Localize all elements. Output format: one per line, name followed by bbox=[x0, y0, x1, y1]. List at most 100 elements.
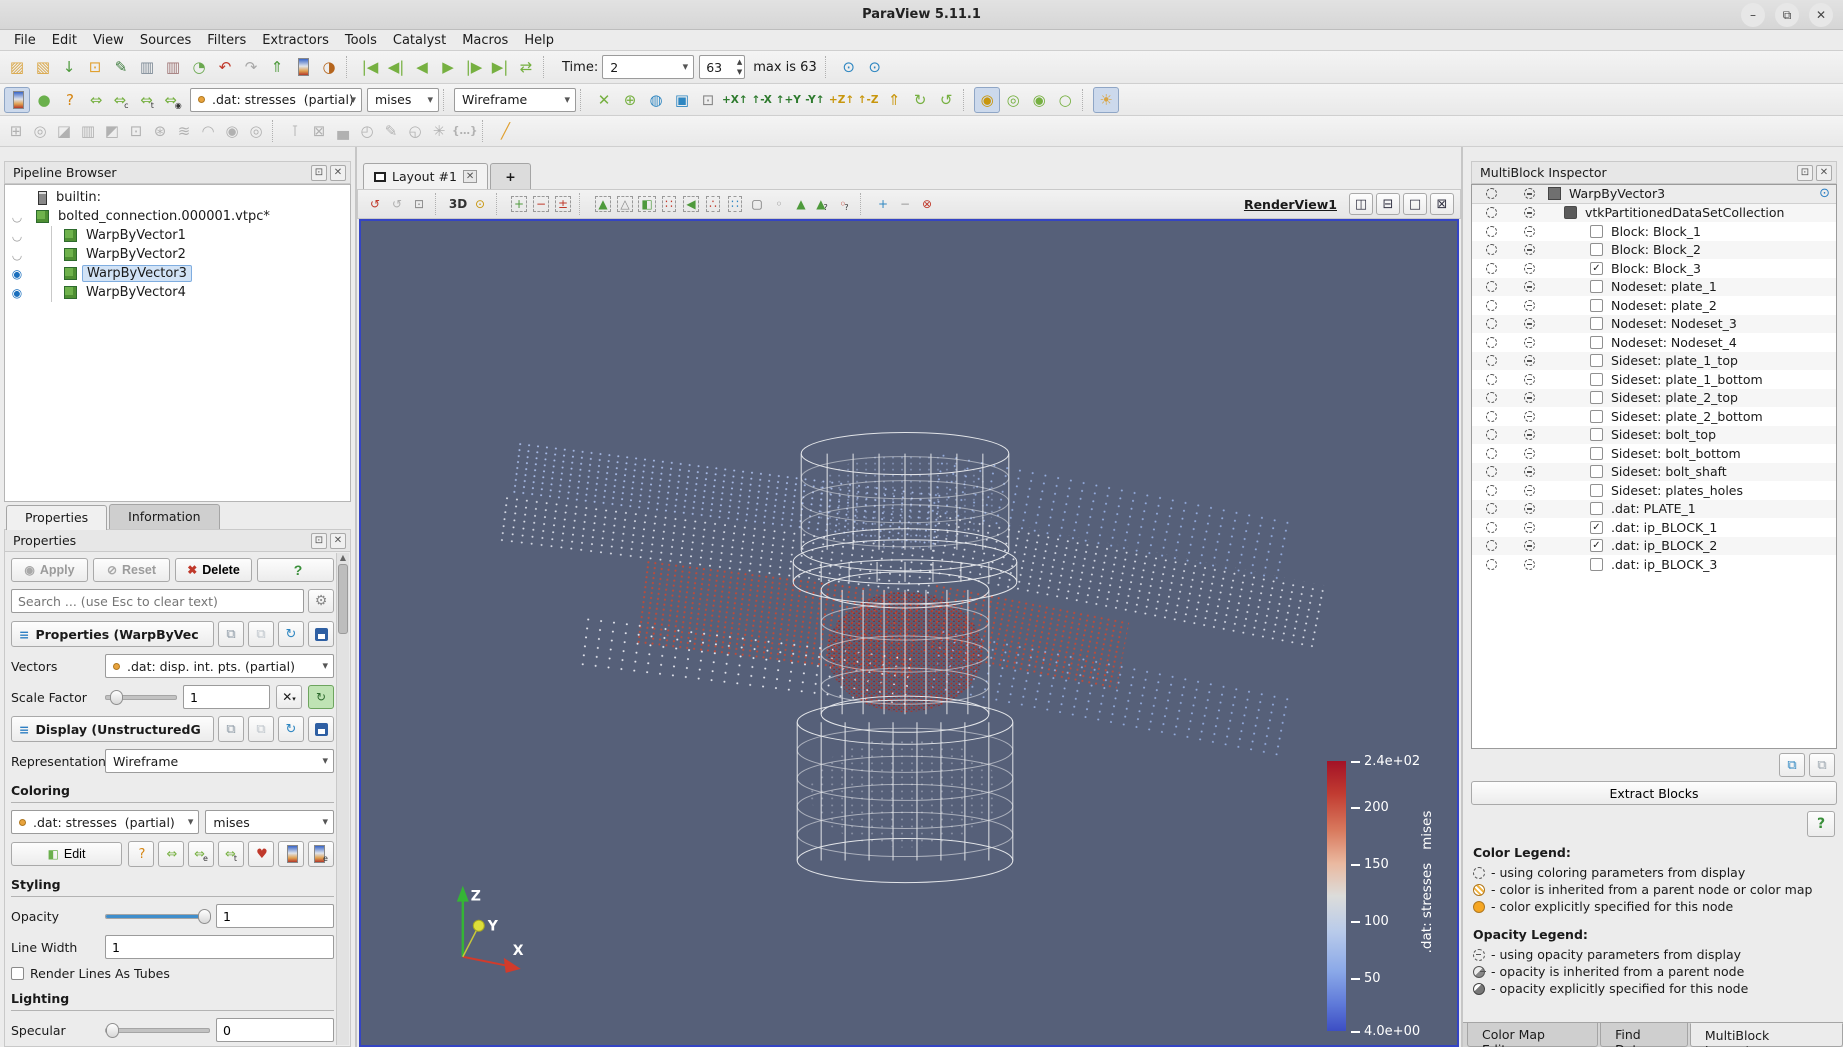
pipeline-item-label[interactable]: bolted_connection.000001.vtpc* bbox=[54, 209, 274, 224]
pipeline-item-label[interactable]: WarpByVector1 bbox=[82, 228, 190, 243]
block-label[interactable]: Nodeset: plate_1 bbox=[1611, 279, 1717, 294]
probe-location-icon[interactable]: ⊺ bbox=[283, 119, 307, 143]
previous-frame-icon[interactable]: ◀| bbox=[383, 54, 409, 80]
block-label[interactable]: .dat: ip_BLOCK_3 bbox=[1611, 557, 1717, 572]
visibility-toggle-icon[interactable] bbox=[8, 248, 26, 262]
save-settings-icon[interactable] bbox=[308, 621, 334, 647]
pipeline-item-label[interactable]: WarpByVector4 bbox=[82, 285, 190, 300]
connect-icon[interactable]: ▥ bbox=[134, 54, 160, 80]
select-points-through-icon[interactable]: ∷ bbox=[657, 193, 679, 215]
light-kit-toggle-icon[interactable]: ☀ bbox=[1093, 87, 1119, 113]
toggle-selection-icon[interactable]: ± bbox=[552, 193, 574, 215]
loop-icon[interactable]: ⇄ bbox=[513, 54, 539, 80]
opacity-inherit-icon[interactable] bbox=[1524, 207, 1535, 218]
point-tooltip-icon[interactable]: ◦? bbox=[833, 193, 855, 215]
color-inherit-icon[interactable] bbox=[1486, 429, 1497, 440]
tab-information[interactable]: Information bbox=[109, 504, 219, 529]
grow-selection-icon[interactable]: + bbox=[872, 193, 894, 215]
split-horizontal-button[interactable]: ◫ bbox=[1349, 193, 1373, 215]
hover-points-icon[interactable]: ◦ bbox=[767, 193, 789, 215]
reload-settings-icon[interactable]: ↻ bbox=[278, 621, 304, 647]
block-label[interactable]: .dat: PLATE_1 bbox=[1611, 501, 1696, 516]
pipeline-item[interactable]: WarpByVector1 bbox=[5, 226, 350, 245]
block-checkbox[interactable] bbox=[1590, 484, 1603, 497]
pipeline-item[interactable]: WarpByVector3 bbox=[5, 264, 350, 283]
block-row[interactable]: vtkPartitionedDataSetCollection bbox=[1472, 204, 1836, 223]
opacity-inherit-icon[interactable] bbox=[1524, 226, 1535, 237]
disconnect-icon[interactable]: ▥ bbox=[160, 54, 186, 80]
glyph-icon[interactable]: ⊛ bbox=[148, 119, 172, 143]
capture-screenshot-icon[interactable]: ⊡ bbox=[408, 193, 430, 215]
coloring-array-combo[interactable]: .dat: stresses (partial) bbox=[11, 810, 199, 834]
rescale-visible-icon[interactable]: ⇔◉ bbox=[160, 87, 186, 113]
auto-apply-icon[interactable]: ◔ bbox=[186, 54, 212, 80]
opacity-inherit-icon[interactable] bbox=[1524, 392, 1535, 403]
opacity-inherit-icon[interactable] bbox=[1524, 318, 1535, 329]
properties-search-input[interactable] bbox=[11, 589, 304, 613]
block-label[interactable]: Sideset: plate_2_bottom bbox=[1611, 409, 1763, 424]
reset-display-icon[interactable]: ↺ bbox=[386, 193, 408, 215]
clip-icon[interactable]: ◪ bbox=[52, 119, 76, 143]
python-calculator-icon[interactable]: {…} bbox=[451, 119, 478, 143]
color-inherit-icon[interactable] bbox=[1486, 318, 1497, 329]
block-label[interactable]: Sideset: bolt_shaft bbox=[1611, 464, 1727, 479]
zoom-to-data-icon[interactable]: ⊕ bbox=[617, 87, 643, 113]
close-panel-button[interactable]: ✕ bbox=[330, 165, 346, 181]
menu-item[interactable]: View bbox=[85, 31, 132, 50]
block-label[interactable]: Nodeset: Nodeset_3 bbox=[1611, 316, 1737, 331]
block-checkbox[interactable] bbox=[1590, 447, 1603, 460]
reload-settings-icon[interactable]: ↻ bbox=[278, 716, 304, 742]
float-panel-button[interactable]: ⊡ bbox=[1797, 165, 1813, 181]
block-checkbox[interactable] bbox=[1590, 262, 1603, 275]
opacity-inherit-icon[interactable] bbox=[1524, 448, 1535, 459]
edit-scalar-bar-icon[interactable]: e bbox=[308, 841, 334, 867]
reset-session-icon[interactable]: ↺ bbox=[364, 193, 386, 215]
specular-input[interactable] bbox=[216, 1018, 334, 1042]
first-frame-icon[interactable]: |◀ bbox=[357, 54, 383, 80]
render-lines-as-tubes-checkbox[interactable] bbox=[11, 967, 24, 980]
contour-icon[interactable]: ◎ bbox=[28, 119, 52, 143]
delete-button[interactable]: ✖Delete bbox=[175, 558, 252, 582]
block-checkbox[interactable] bbox=[1590, 410, 1603, 423]
tab-multiblock-inspector[interactable]: MultiBlock Inspector bbox=[1690, 1023, 1843, 1047]
tab-find-data[interactable]: Find Data bbox=[1600, 1023, 1688, 1047]
play-icon[interactable]: ▶ bbox=[435, 54, 461, 80]
scale-factor-slider[interactable] bbox=[105, 695, 177, 700]
block-row[interactable]: Sideset: plate_2_bottom bbox=[1472, 407, 1836, 426]
block-label[interactable]: Sideset: bolt_top bbox=[1611, 427, 1716, 442]
color-inherit-icon[interactable] bbox=[1486, 448, 1497, 459]
adjust-camera-icon[interactable]: ⊙ bbox=[469, 193, 491, 215]
extract-subset-icon[interactable]: ⊡ bbox=[124, 119, 148, 143]
select-cells-on-icon[interactable]: ▲ bbox=[591, 193, 613, 215]
block-label[interactable]: Block: Block_3 bbox=[1611, 261, 1701, 276]
color-inherit-icon[interactable] bbox=[1486, 374, 1497, 385]
block-row[interactable]: .dat: ip_BLOCK_3 bbox=[1472, 555, 1836, 574]
visibility-toggle-icon[interactable] bbox=[8, 286, 26, 300]
line-width-input[interactable] bbox=[105, 935, 334, 959]
color-inherit-icon[interactable] bbox=[1486, 300, 1497, 311]
color-inherit-icon[interactable] bbox=[1486, 466, 1497, 477]
set-view-plus-x-icon[interactable]: +X↑ bbox=[721, 87, 749, 113]
pipeline-item[interactable]: builtin: bbox=[5, 188, 350, 207]
set-view-plus-y-icon[interactable]: ↑+Y bbox=[775, 87, 802, 113]
representation-combo[interactable]: Wireframe bbox=[454, 88, 576, 112]
palette-icon[interactable]: ◑ bbox=[316, 54, 342, 80]
help-button[interactable]: ? bbox=[1807, 811, 1835, 837]
interactive-select-points-icon[interactable]: ∷ bbox=[723, 193, 745, 215]
cell-tooltip-icon[interactable]: ▲? bbox=[811, 193, 833, 215]
opacity-inherit-icon[interactable] bbox=[1524, 355, 1535, 366]
save-data-icon[interactable]: ↓ bbox=[56, 54, 82, 80]
threshold-icon[interactable]: ◩ bbox=[100, 119, 124, 143]
color-inherit-icon[interactable] bbox=[1486, 207, 1497, 218]
ruler-icon[interactable]: ╱ bbox=[493, 119, 517, 143]
menu-item[interactable]: Edit bbox=[44, 31, 85, 50]
opacity-inherit-icon[interactable] bbox=[1524, 337, 1535, 348]
block-label[interactable]: Sideset: plate_1_bottom bbox=[1611, 372, 1763, 387]
pipeline-item[interactable]: bolted_connection.000001.vtpc* bbox=[5, 207, 350, 226]
rescale-custom-range-icon[interactable]: ⇔c bbox=[108, 87, 134, 113]
block-row[interactable]: Nodeset: Nodeset_3 bbox=[1472, 315, 1836, 334]
reset-to-default-button[interactable]: ✕▾ bbox=[276, 685, 302, 709]
render-view-label[interactable]: RenderView1 bbox=[1244, 197, 1337, 212]
color-inherit-icon[interactable] bbox=[1486, 355, 1497, 366]
zoom-to-box-icon[interactable]: ⊡ bbox=[695, 87, 721, 113]
